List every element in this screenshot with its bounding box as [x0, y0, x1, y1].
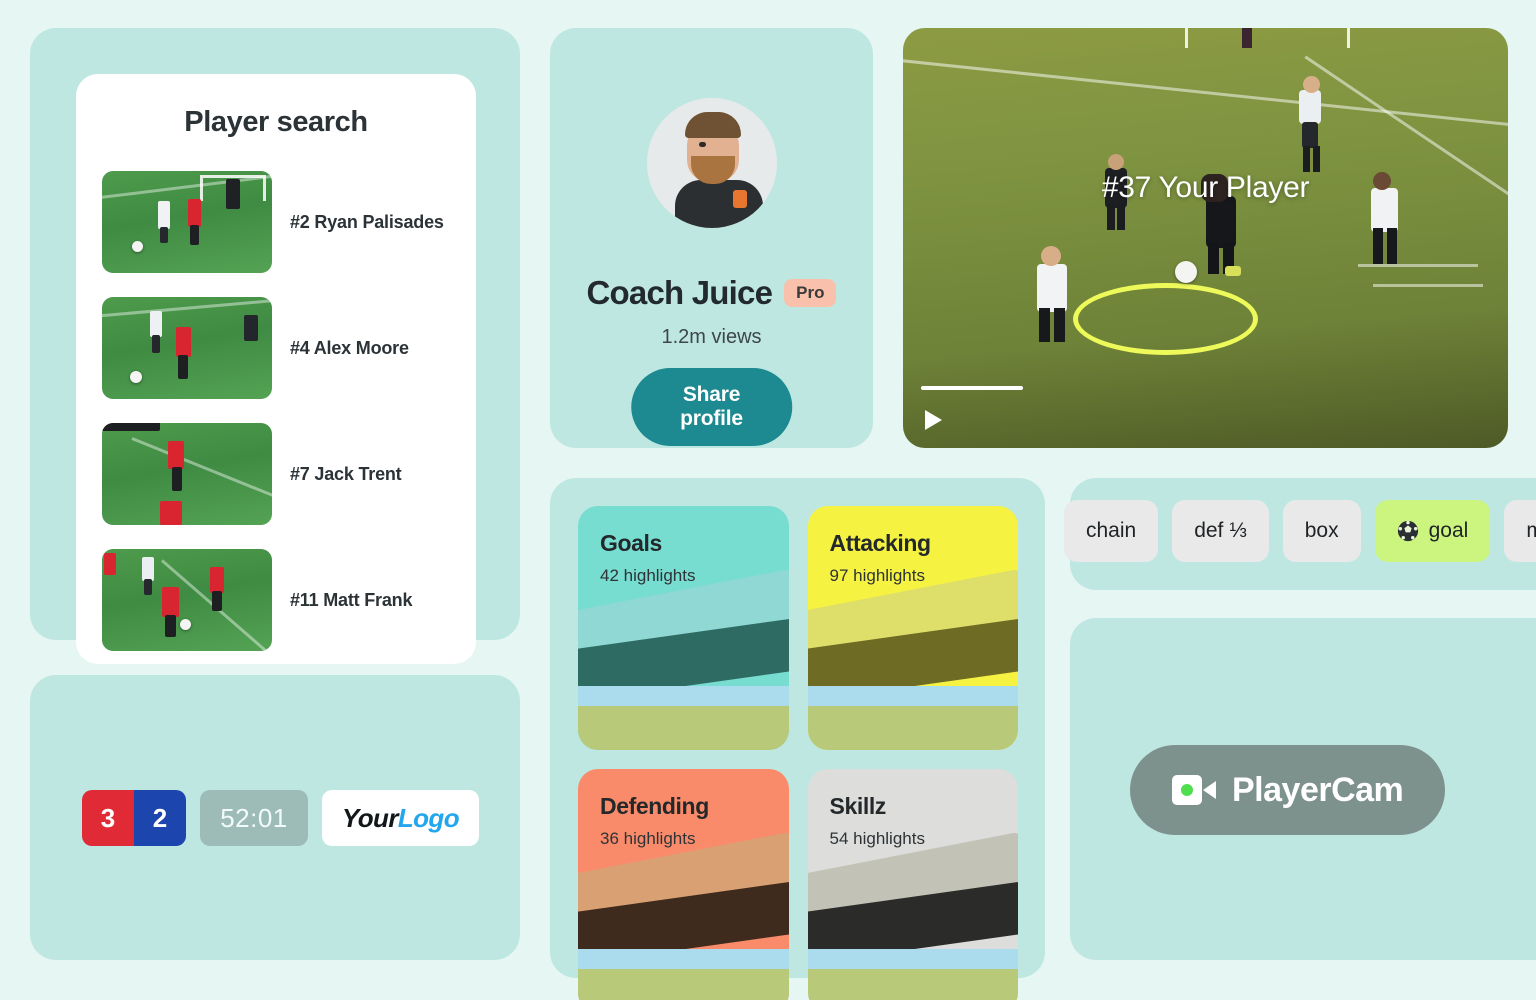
- player-thumbnail: [102, 297, 272, 399]
- match-clock: 52:01: [200, 790, 308, 846]
- playercam-button[interactable]: PlayerCam: [1130, 745, 1446, 835]
- avatar: [646, 98, 777, 228]
- player-highlight-ring: [1073, 283, 1258, 355]
- home-score: 3: [82, 790, 134, 846]
- highlight-count: 97 highlights: [829, 566, 925, 585]
- player-name: #4 Alex Moore: [290, 337, 409, 358]
- highlight-count: 36 highlights: [600, 829, 696, 848]
- score-box: 3 2: [82, 790, 186, 846]
- coach-identity: Coach Juice Pro: [550, 274, 873, 312]
- list-item[interactable]: #7 Jack Trent: [76, 411, 476, 537]
- page-title: Player search: [184, 106, 368, 138]
- player-thumbnail: [102, 549, 272, 651]
- soccer-ball-icon: [1397, 520, 1419, 542]
- chip-label: goal: [1428, 519, 1469, 542]
- video-progress-fill: [921, 386, 1024, 390]
- video-progress-bar[interactable]: [921, 386, 1489, 390]
- highlight-card-goals[interactable]: Goals 42 highlights: [578, 506, 789, 750]
- highlight-title: Skillz: [829, 793, 887, 819]
- video-overlay-label: #37 Your Player: [1101, 171, 1310, 204]
- chip-chain[interactable]: chain: [1064, 500, 1159, 562]
- logo-text-secondary: Logo: [397, 802, 460, 833]
- video-player[interactable]: #37 Your Player: [903, 28, 1508, 448]
- highlight-count: 54 highlights: [829, 829, 925, 848]
- highlights-panel: Goals 42 highlights Attacking 97 highlig…: [550, 478, 1045, 1000]
- highlight-thumbnail: [807, 568, 1018, 750]
- highlight-card-attacking[interactable]: Attacking 97 highlights: [807, 506, 1018, 750]
- player-search-panel: Player search #2 Ryan Palisades #4 Alex …: [30, 28, 520, 664]
- player-thumbnail: [102, 423, 272, 525]
- highlight-title: Defending: [600, 793, 709, 819]
- player-thumbnail: [102, 171, 272, 273]
- chip-goal[interactable]: goal: [1374, 500, 1491, 562]
- play-icon[interactable]: [925, 410, 942, 430]
- player-name: #2 Ryan Palisades: [290, 211, 444, 232]
- chip-label: def ⅓: [1194, 519, 1247, 542]
- chip-label: box: [1304, 519, 1339, 542]
- list-item[interactable]: #11 Matt Frank: [76, 537, 476, 663]
- highlight-card-defending[interactable]: Defending 36 highlights: [578, 769, 789, 1000]
- player-name: #11 Matt Frank: [290, 589, 413, 610]
- logo-text-primary: Your: [342, 802, 398, 833]
- playercam-label: PlayerCam: [1232, 770, 1404, 809]
- highlight-thumbnail: [578, 831, 789, 1000]
- tag-chips-panel: chain def ⅓ box goal m: [1064, 478, 1536, 590]
- chip-label: mid ⅓: [1526, 519, 1536, 542]
- highlight-title: Attacking: [829, 530, 932, 556]
- highlight-thumbnail: [578, 568, 789, 750]
- playercam-panel: PlayerCam: [1070, 618, 1536, 960]
- player-list: #2 Ryan Palisades #4 Alex Moore #7 Jack …: [76, 159, 476, 663]
- chip-box[interactable]: box: [1282, 500, 1361, 562]
- chip-mid-third[interactable]: mid ⅓: [1504, 500, 1536, 562]
- status-badge: Pro: [784, 279, 837, 307]
- list-item[interactable]: #4 Alex Moore: [76, 285, 476, 411]
- coach-name: Coach Juice: [586, 274, 773, 311]
- list-item[interactable]: #2 Ryan Palisades: [76, 159, 476, 285]
- share-profile-button[interactable]: Share profile: [630, 368, 793, 446]
- chip-label: chain: [1086, 519, 1137, 542]
- chip-def-third[interactable]: def ⅓: [1172, 500, 1269, 562]
- app-root: Player search #2 Ryan Palisades #4 Alex …: [0, 0, 1536, 1000]
- scoreboard-panel: 3 2 52:01 Your Logo: [30, 675, 520, 960]
- highlight-count: 42 highlights: [600, 566, 696, 585]
- highlight-thumbnail: [807, 831, 1018, 1000]
- video-camera-icon: [1172, 775, 1216, 805]
- player-search-card: Player search #2 Ryan Palisades #4 Alex …: [76, 74, 476, 664]
- away-score: 2: [134, 790, 186, 846]
- coach-profile-panel: Coach Juice Pro 1.2m views Share profile: [550, 28, 873, 448]
- player-name: #7 Jack Trent: [290, 463, 402, 484]
- highlight-title: Goals: [600, 530, 662, 556]
- tag-chips-row: chain def ⅓ box goal m: [1064, 500, 1536, 562]
- highlight-card-skillz[interactable]: Skillz 54 highlights: [807, 769, 1018, 1000]
- view-count: 1.2m views: [661, 326, 762, 348]
- brand-logo: Your Logo: [322, 790, 479, 846]
- scoreboard: 3 2 52:01 Your Logo: [82, 790, 479, 846]
- highlights-grid: Goals 42 highlights Attacking 97 highlig…: [578, 506, 1018, 1000]
